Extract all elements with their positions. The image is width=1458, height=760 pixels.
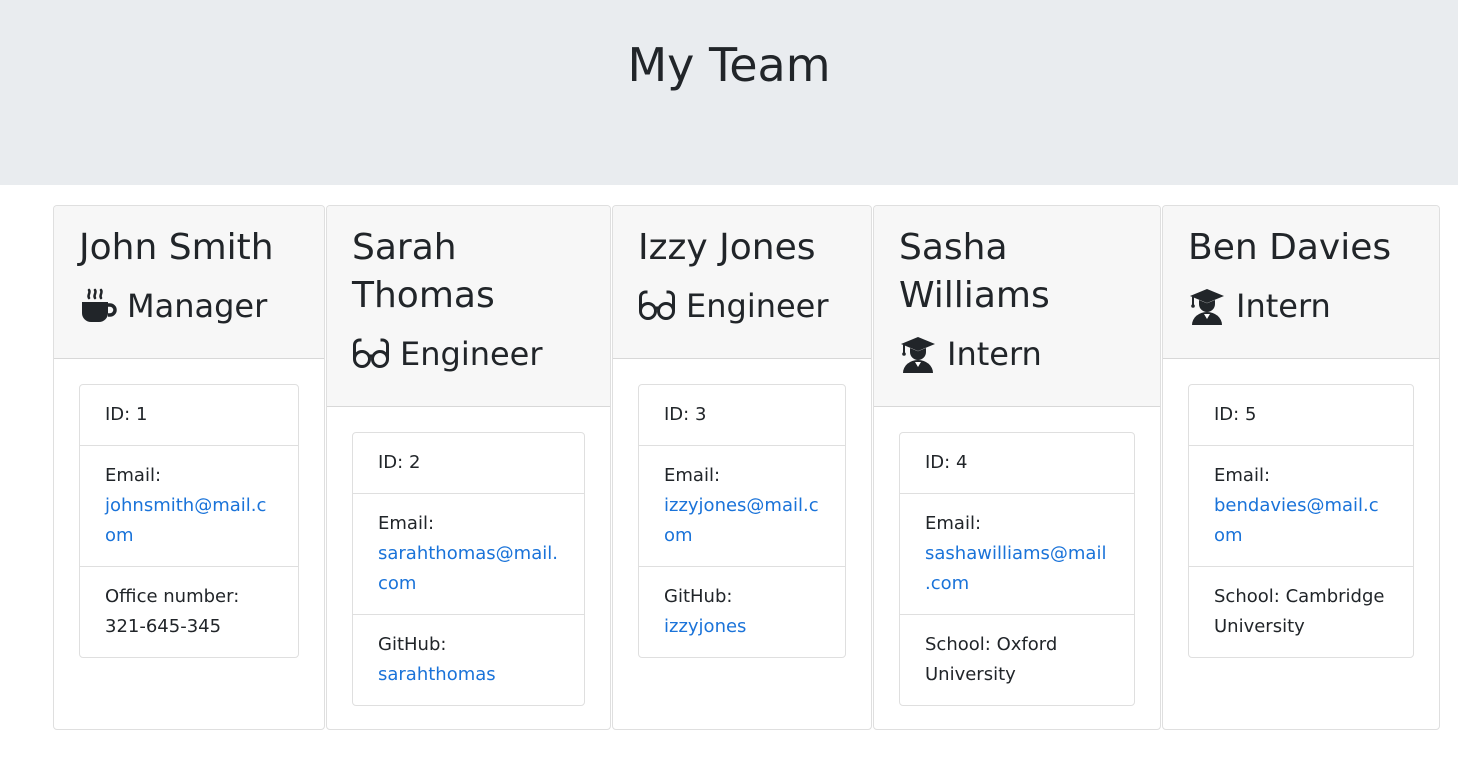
role-label: Intern: [1236, 287, 1331, 325]
employee-card: John Smith Manager ID: 1 Email: johnsmit…: [53, 205, 325, 730]
glasses-icon: [638, 287, 676, 325]
email-link[interactable]: johnsmith@mail.com: [105, 495, 266, 546]
card-body: ID: 5 Email: bendavies@mail.com School: …: [1163, 359, 1439, 683]
card-header: Sasha Williams Intern: [874, 206, 1160, 407]
email-item: Email: sashawilliams@mail.com: [900, 493, 1134, 614]
employee-role: Engineer: [352, 330, 585, 378]
email-link[interactable]: sarahthomas@mail.com: [378, 543, 558, 594]
card-body: ID: 1 Email: johnsmith@mail.com Office n…: [54, 359, 324, 683]
graduate-icon: [1188, 287, 1226, 325]
mug-icon: [79, 287, 117, 325]
role-label: Engineer: [686, 287, 829, 325]
graduate-icon: [899, 335, 937, 373]
glasses-icon: [352, 335, 390, 373]
card-header: John Smith Manager: [54, 206, 324, 359]
email-link[interactable]: izzyjones@mail.com: [664, 495, 819, 546]
employee-name: Sasha Williams: [899, 227, 1050, 316]
page-title: My Team: [627, 38, 831, 92]
details-list: ID: 4 Email: sashawilliams@mail.com Scho…: [899, 432, 1135, 706]
email-label: Email:: [378, 513, 435, 534]
employee-name: John Smith: [79, 227, 274, 268]
role-label: Engineer: [400, 335, 543, 373]
email-label: Email:: [664, 465, 721, 486]
id-item: ID: 1: [105, 404, 148, 425]
employee-role: Intern: [899, 330, 1135, 378]
details-list: ID: 1 Email: johnsmith@mail.com Office n…: [79, 384, 299, 658]
details-list: ID: 3 Email: izzyjones@mail.com GitHub: …: [638, 384, 846, 658]
team-cards: John Smith Manager ID: 1 Email: johnsmit…: [53, 205, 1440, 730]
email-link[interactable]: sashawilliams@mail.com: [925, 543, 1106, 594]
role-label: Intern: [947, 335, 1042, 373]
email-label: Email:: [105, 465, 162, 486]
school-item: School: Oxford University: [900, 614, 1134, 705]
page-header: My Team: [0, 0, 1458, 185]
email-item: Email: izzyjones@mail.com: [639, 445, 845, 566]
employee-role: Intern: [1188, 282, 1414, 330]
id-item: ID: 4: [925, 452, 968, 473]
employee-card: Izzy Jones Engineer ID: 3 Email: izzyjon…: [612, 205, 872, 730]
github-link[interactable]: sarahthomas: [378, 664, 496, 685]
employee-role: Engineer: [638, 282, 846, 330]
card-body: ID: 4 Email: sashawilliams@mail.com Scho…: [874, 407, 1160, 729]
github-item: GitHub: izzyjones: [639, 566, 845, 657]
employee-name: Ben Davies: [1188, 227, 1392, 268]
school-label: School:: [925, 634, 991, 655]
card-body: ID: 2 Email: sarahthomas@mail.com GitHub…: [327, 407, 610, 729]
school-item: School: Cambridge University: [1189, 566, 1413, 657]
email-item: Email: sarahthomas@mail.com: [353, 493, 584, 614]
school-label: School:: [1214, 586, 1280, 607]
role-label: Manager: [127, 287, 268, 325]
employee-name: Sarah Thomas: [352, 227, 495, 316]
employee-card: Sasha Williams Intern ID: 4 Email: sasha…: [873, 205, 1161, 730]
office-number-label: Office number:: [105, 586, 240, 607]
card-header: Sarah Thomas Engineer: [327, 206, 610, 407]
email-item: Email: johnsmith@mail.com: [80, 445, 298, 566]
email-item: Email: bendavies@mail.com: [1189, 445, 1413, 566]
github-label: GitHub:: [378, 634, 447, 655]
details-list: ID: 2 Email: sarahthomas@mail.com GitHub…: [352, 432, 585, 706]
employee-name: Izzy Jones: [638, 227, 816, 268]
id-item: ID: 2: [378, 452, 421, 473]
employee-card: Sarah Thomas Engineer ID: 2 Email: sarah…: [326, 205, 611, 730]
card-body: ID: 3 Email: izzyjones@mail.com GitHub: …: [613, 359, 871, 683]
id-item: ID: 3: [664, 404, 707, 425]
employee-role: Manager: [79, 282, 299, 330]
github-item: GitHub: sarahthomas: [353, 614, 584, 705]
github-label: GitHub:: [664, 586, 733, 607]
card-header: Izzy Jones Engineer: [613, 206, 871, 359]
details-list: ID: 5 Email: bendavies@mail.com School: …: [1188, 384, 1414, 658]
email-label: Email:: [925, 513, 982, 534]
id-item: ID: 5: [1214, 404, 1257, 425]
github-link[interactable]: izzyjones: [664, 616, 746, 637]
email-label: Email:: [1214, 465, 1271, 486]
office-number-value: 321-645-345: [105, 616, 222, 637]
email-link[interactable]: bendavies@mail.com: [1214, 495, 1379, 546]
office-number-item: Office number: 321-645-345: [80, 566, 298, 657]
card-header: Ben Davies Intern: [1163, 206, 1439, 359]
employee-card: Ben Davies Intern ID: 5 Email: bendavies…: [1162, 205, 1440, 730]
